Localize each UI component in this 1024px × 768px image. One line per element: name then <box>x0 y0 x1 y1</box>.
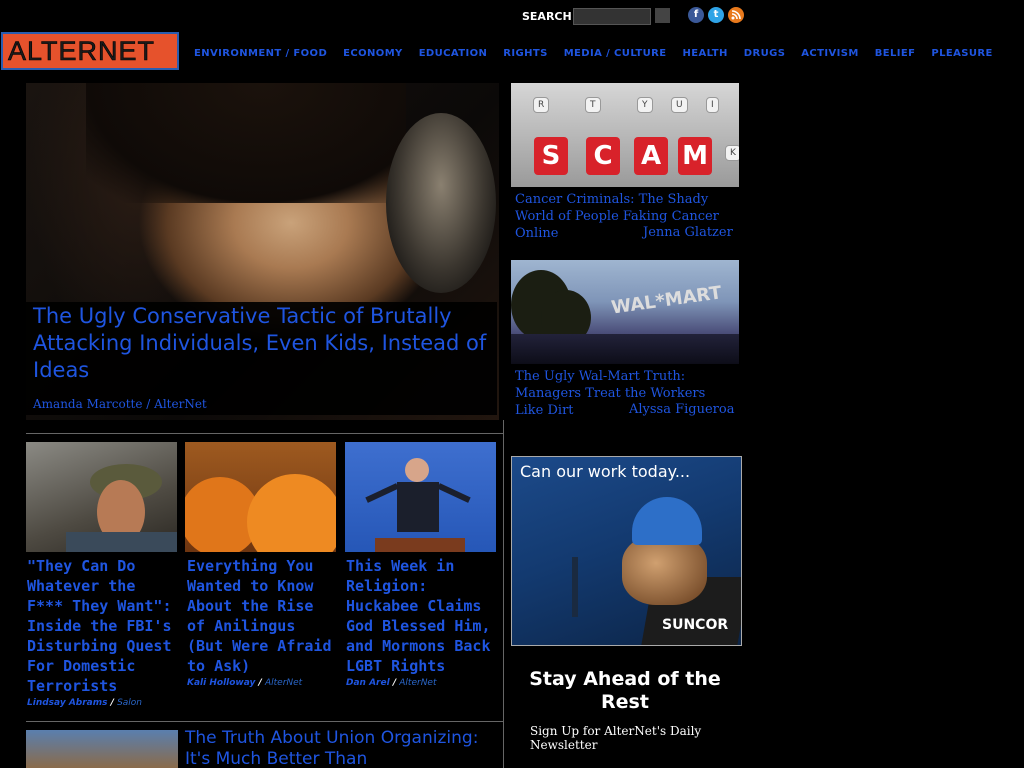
man-in-cap-illustration <box>66 464 177 552</box>
keyboard-key: T <box>585 97 601 113</box>
nav-economy[interactable]: ECONOMY <box>343 48 403 59</box>
card-headline[interactable]: Everything You Wanted to Know About the … <box>187 556 339 676</box>
nav-belief[interactable]: BELIEF <box>875 48 916 59</box>
rss-icon[interactable] <box>728 7 744 23</box>
byline-separator: / <box>110 698 114 708</box>
main-nav: ENVIRONMENT / FOOD ECONOMY EDUCATION RIG… <box>194 48 1009 59</box>
ad-hard-hat <box>632 497 702 545</box>
nav-activism[interactable]: ACTIVISM <box>801 48 858 59</box>
hero-byline: Amanda Marcotte / AlterNet <box>33 397 207 411</box>
logo-text: ALTERNET <box>8 36 156 67</box>
speaker-at-podium-illustration <box>365 458 471 552</box>
card-byline: Kali Holloway / AlterNet <box>187 678 302 688</box>
keyboard-key: Y <box>637 97 653 113</box>
card-author[interactable]: Kali Holloway <box>187 678 255 688</box>
keyboard-key: I <box>706 97 719 113</box>
card-image-oranges[interactable] <box>185 442 336 552</box>
side-story-author[interactable]: Jenna Glatzer <box>643 225 733 240</box>
nav-pleasure[interactable]: PLEASURE <box>931 48 992 59</box>
hero-image-hair <box>86 83 406 203</box>
suncor-logo: SUNCOR <box>662 617 729 633</box>
section-divider <box>26 433 504 434</box>
keyboard-key: R <box>533 97 550 113</box>
newsletter-title: Stay Ahead of the Rest <box>529 668 721 713</box>
byline-separator: / <box>258 678 262 688</box>
card-publication[interactable]: AlterNet <box>399 678 436 688</box>
hero-publication-link[interactable]: AlterNet <box>154 397 207 411</box>
card-author[interactable]: Lindsay Abrams <box>27 698 107 708</box>
scam-key-s: S <box>534 137 568 175</box>
keyboard-key: U <box>671 97 688 113</box>
facebook-icon[interactable]: f <box>688 7 704 23</box>
twitter-icon[interactable]: t <box>708 7 724 23</box>
card-author[interactable]: Dan Arel <box>346 678 390 688</box>
hero-author-link[interactable]: Amanda Marcotte <box>33 397 142 411</box>
card-byline: Lindsay Abrams / Salon <box>27 698 142 708</box>
hero-image-background-figure <box>386 113 496 293</box>
ad-worker-face <box>622 535 707 605</box>
nav-education[interactable]: EDUCATION <box>419 48 488 59</box>
search-label: SEARCH <box>522 10 572 23</box>
nav-rights[interactable]: RIGHTS <box>503 48 547 59</box>
newsletter-subtitle: Sign Up for AlterNet's Daily Newsletter <box>530 724 702 752</box>
walmart-sign-text: WAL*MART <box>610 282 723 319</box>
image-crowd <box>511 334 739 364</box>
alternet-logo[interactable]: ALTERNET <box>1 32 179 70</box>
column-divider <box>503 420 504 768</box>
search-input[interactable] <box>573 8 651 25</box>
card-publication[interactable]: AlterNet <box>265 678 302 688</box>
nav-drugs[interactable]: DRUGS <box>744 48 786 59</box>
scam-key-m: M <box>678 137 712 175</box>
ad-headline: Can our work today... <box>520 462 691 481</box>
bottom-story-image[interactable] <box>26 730 178 768</box>
suncor-ad[interactable]: Can our work today... SUNCOR <box>511 456 742 646</box>
keyboard-key: K <box>725 145 739 161</box>
rss-glyph <box>731 10 741 20</box>
scam-key-a: A <box>634 137 668 175</box>
card-byline: Dan Arel / AlterNet <box>346 678 437 688</box>
hero-headline[interactable]: The Ugly Conservative Tactic of Brutally… <box>33 303 493 384</box>
nav-environment-food[interactable]: ENVIRONMENT / FOOD <box>194 48 327 59</box>
nav-media-culture[interactable]: MEDIA / CULTURE <box>564 48 667 59</box>
oranges-illustration <box>185 474 336 552</box>
bottom-story-headline[interactable]: The Truth About Union Organizing: It's M… <box>185 728 500 768</box>
card-headline[interactable]: This Week in Religion: Huckabee Claims G… <box>346 556 498 676</box>
ad-refinery-tower <box>572 557 578 617</box>
card-publication[interactable]: Salon <box>117 698 142 708</box>
byline-separator: / <box>392 678 397 688</box>
nav-health[interactable]: HEALTH <box>683 48 728 59</box>
card-image-fbi[interactable] <box>26 442 177 552</box>
card-image-huckabee[interactable] <box>345 442 496 552</box>
side-story-image-walmart[interactable]: WAL*MART <box>511 260 739 364</box>
search-submit-button[interactable] <box>655 8 670 23</box>
scam-key-c: C <box>586 137 620 175</box>
section-divider <box>26 721 504 722</box>
side-story-author[interactable]: Alyssa Figueroa <box>629 402 734 417</box>
byline-separator: / <box>146 397 151 411</box>
card-headline[interactable]: "They Can Do Whatever the F*** They Want… <box>27 556 179 696</box>
